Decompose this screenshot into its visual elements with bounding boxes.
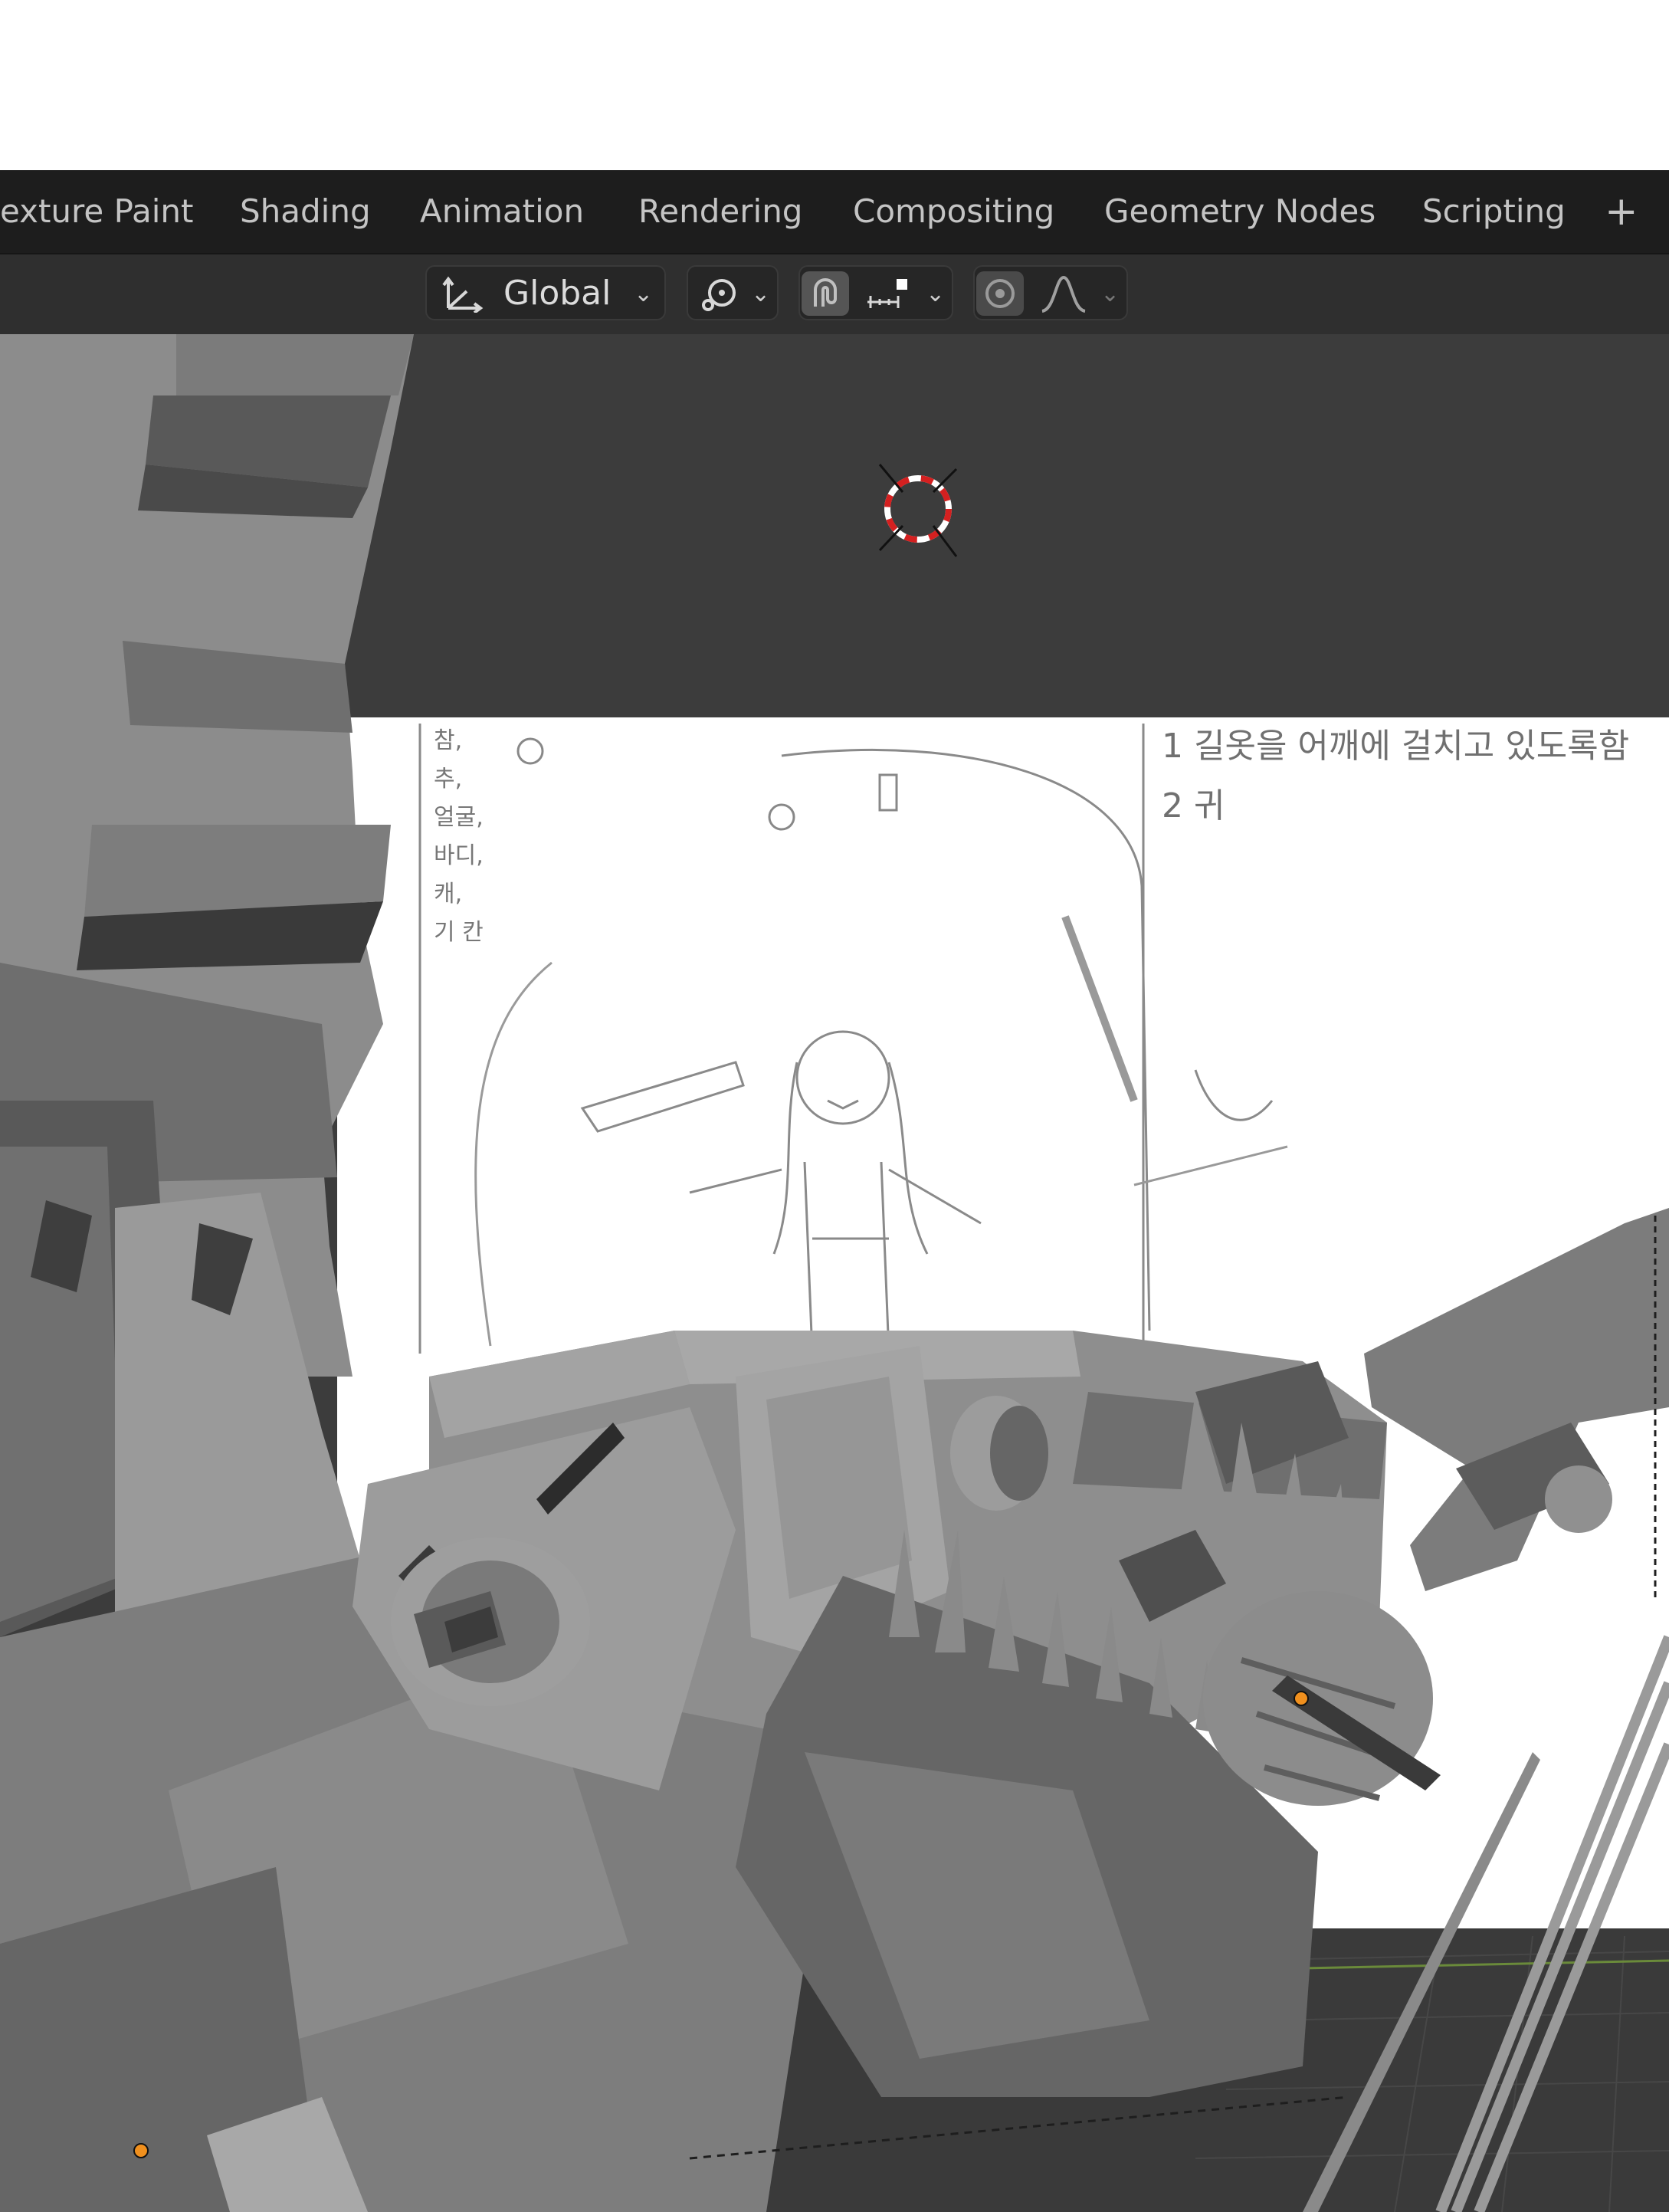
chevron-down-icon: ⌄ [926, 281, 946, 307]
proportional-editing-icon [985, 279, 1015, 308]
orientation-axes-icon [442, 276, 484, 313]
workspace-tab-bar: exture Paint Shading Animation Rendering… [0, 170, 1669, 254]
sketch-note-2: 2 귀 [1162, 786, 1225, 825]
pivot-point-icon [702, 279, 736, 311]
blank-top-area [0, 0, 1669, 170]
side-note: 기 칸 [434, 919, 484, 946]
transform-orientation-value: Global [503, 274, 612, 313]
3d-cursor-icon[interactable] [878, 464, 958, 557]
tab-rendering[interactable]: Rendering [638, 170, 802, 253]
side-note: 바디, [434, 842, 484, 869]
magnet-icon [814, 278, 837, 307]
tab-texture-paint[interactable]: exture Paint [0, 170, 194, 253]
proportional-editing-toggle[interactable] [976, 271, 1024, 316]
viewport-header: Global ⌄ ⌄ ⌄ ⌄ [0, 254, 1669, 334]
chevron-down-icon: ⌄ [634, 281, 654, 307]
origin-dot [1294, 1691, 1309, 1706]
snap-increment-icon[interactable] [864, 274, 913, 314]
add-workspace-button[interactable]: + [1605, 170, 1638, 253]
chevron-down-icon: ⌄ [1100, 281, 1120, 307]
origin-dot [133, 2143, 149, 2158]
3d-viewport[interactable]: 1 길옷을 어깨에 걸치고 있도록함 2 귀 참, 추, 얼굴, 바디, 캐, … [0, 334, 1669, 2212]
side-note: 캐, [434, 881, 462, 907]
side-note: 얼굴, [434, 804, 484, 831]
tab-shading[interactable]: Shading [240, 170, 371, 253]
tab-animation[interactable]: Animation [420, 170, 584, 253]
side-note: 추, [434, 766, 462, 793]
tab-scripting[interactable]: Scripting [1422, 170, 1566, 253]
chevron-down-icon: ⌄ [751, 281, 771, 307]
side-note: 참, [434, 727, 462, 754]
transform-orientation-dropdown[interactable]: Global ⌄ [425, 265, 666, 320]
proportional-editing-controls: ⌄ [973, 265, 1128, 320]
falloff-curve-icon[interactable] [1039, 273, 1088, 316]
tab-compositing[interactable]: Compositing [853, 170, 1054, 253]
pivot-point-dropdown[interactable]: ⌄ [687, 265, 779, 320]
snap-toggle[interactable] [802, 271, 849, 316]
tab-geometry-nodes[interactable]: Geometry Nodes [1104, 170, 1376, 253]
snap-controls: ⌄ [798, 265, 953, 320]
sketch-note-1: 1 길옷을 어깨에 걸치고 있도록함 [1162, 727, 1629, 766]
